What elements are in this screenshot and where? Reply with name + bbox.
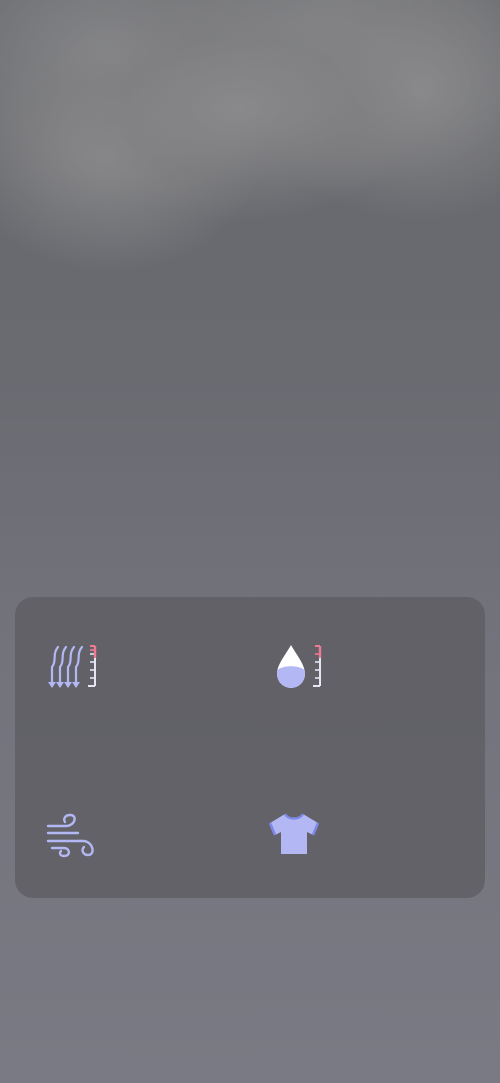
- clothing-tile: [267, 811, 467, 931]
- cloudy-sky-background: [0, 0, 500, 330]
- clothing-icon: [268, 813, 320, 854]
- pressure-icon: [48, 645, 97, 688]
- weather-details-card: [15, 597, 485, 898]
- wind-icon: [46, 813, 94, 858]
- humidity-icon: [276, 645, 322, 688]
- wind-tile: [45, 811, 245, 931]
- pressure-tile: [47, 643, 247, 763]
- humidity-tile: [274, 643, 474, 763]
